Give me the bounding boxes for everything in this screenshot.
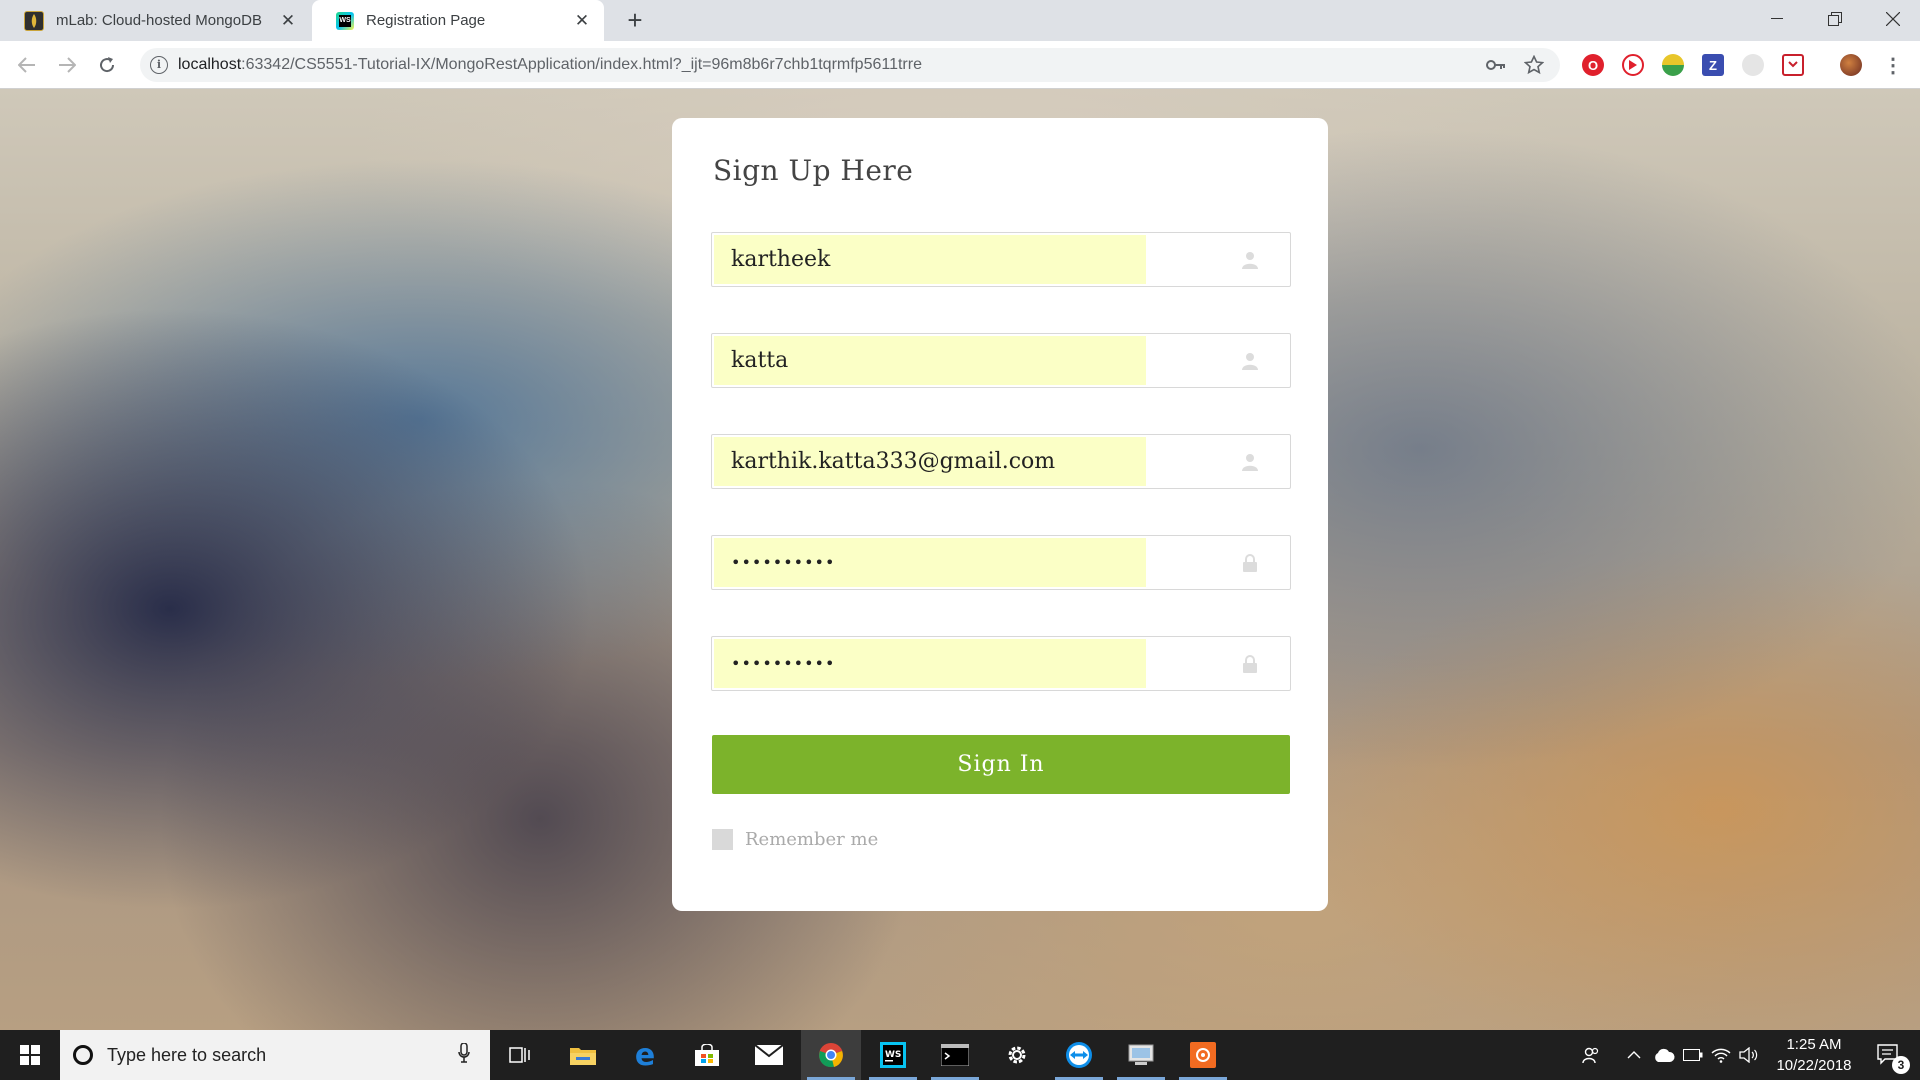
close-window-button[interactable] xyxy=(1864,0,1920,38)
store-icon[interactable] xyxy=(677,1030,737,1080)
taskbar-clock[interactable]: 1:25 AM 10/22/2018 xyxy=(1764,1034,1864,1076)
lock-icon xyxy=(1241,554,1259,572)
svg-text:WS: WS xyxy=(885,1050,901,1060)
task-view-icon[interactable] xyxy=(490,1030,550,1080)
wifi-icon[interactable] xyxy=(1708,1030,1734,1080)
windows-start-icon[interactable] xyxy=(0,1030,60,1080)
volume-icon[interactable] xyxy=(1736,1030,1762,1080)
tab-registration[interactable]: WS Registration Page ✕ xyxy=(312,0,604,41)
action-center-icon[interactable]: 3 xyxy=(1866,1030,1912,1080)
first-name-input[interactable] xyxy=(714,235,1146,284)
remember-me[interactable]: Remember me xyxy=(712,829,878,850)
back-arrow-icon[interactable] xyxy=(14,52,40,78)
password-input[interactable] xyxy=(714,538,1146,587)
cortana-icon xyxy=(73,1045,93,1065)
webstorm-icon[interactable]: WS xyxy=(863,1030,923,1080)
menu-kebab-icon[interactable]: ⋮ xyxy=(1882,54,1904,77)
opera-extension-icon[interactable]: O xyxy=(1582,54,1604,76)
bookmark-star-icon[interactable] xyxy=(1522,53,1546,77)
page-background: Sign Up Here kartheek katta karthik.katt… xyxy=(0,89,1920,1030)
password-field[interactable] xyxy=(711,535,1291,590)
file-explorer-icon[interactable] xyxy=(553,1030,613,1080)
onedrive-cloud-icon[interactable] xyxy=(1650,1030,1678,1080)
search-placeholder: Type here to search xyxy=(107,1044,267,1065)
close-tab-icon[interactable]: ✕ xyxy=(572,11,592,31)
user-icon xyxy=(1241,453,1259,471)
mlab-favicon-icon xyxy=(24,10,44,31)
lock-icon xyxy=(1241,655,1259,673)
color-extension-icon[interactable] xyxy=(1662,54,1684,76)
confirm-password-field[interactable] xyxy=(711,636,1291,691)
reload-icon[interactable] xyxy=(94,52,120,78)
teamviewer-icon[interactable] xyxy=(1049,1030,1109,1080)
email-input[interactable] xyxy=(714,437,1146,486)
forward-arrow-icon[interactable] xyxy=(54,52,80,78)
user-icon xyxy=(1241,251,1259,269)
video-extension-icon[interactable] xyxy=(1622,54,1644,76)
url-text[interactable]: localhost:63342/CS5551-Tutorial-IX/Mongo… xyxy=(178,56,1484,74)
taskbar-search[interactable]: Type here to search xyxy=(60,1030,490,1080)
browser-tab-bar: mLab: Cloud-hosted MongoDB ✕ WS Registra… xyxy=(0,0,1920,41)
user-icon xyxy=(1241,352,1259,370)
battery-icon[interactable] xyxy=(1680,1030,1706,1080)
orange-app-icon[interactable] xyxy=(1173,1030,1233,1080)
first-name-field[interactable] xyxy=(711,232,1291,287)
microphone-icon[interactable] xyxy=(454,1041,474,1068)
signup-card: Sign Up Here kartheek katta karthik.katt… xyxy=(672,118,1328,911)
settings-gear-icon[interactable] xyxy=(987,1030,1047,1080)
zotero-extension-icon[interactable]: Z xyxy=(1702,54,1724,76)
feather-extension-icon[interactable] xyxy=(1742,54,1764,76)
tab-title: mLab: Cloud-hosted MongoDB xyxy=(56,12,262,29)
tab-title: Registration Page xyxy=(366,12,486,29)
mail-icon[interactable] xyxy=(739,1030,799,1080)
tab-mlab[interactable]: mLab: Cloud-hosted MongoDB ✕ xyxy=(0,0,310,41)
email-field[interactable] xyxy=(711,434,1291,489)
edge-browser-icon[interactable]: e xyxy=(615,1030,675,1080)
webstorm-favicon-icon: WS xyxy=(336,11,354,30)
confirm-password-input[interactable] xyxy=(714,639,1146,688)
people-icon[interactable] xyxy=(1576,1030,1606,1080)
restore-button[interactable] xyxy=(1806,0,1864,38)
remember-me-label: Remember me xyxy=(745,829,879,850)
browser-toolbar: i localhost:63342/CS5551-Tutorial-IX/Mon… xyxy=(0,41,1920,89)
new-tab-button[interactable]: + xyxy=(622,7,648,34)
show-hidden-icons-chevron-icon[interactable] xyxy=(1620,1030,1648,1080)
windows-taskbar: Type here to search e WS 1:25 AM 10/22/2… xyxy=(0,1030,1920,1080)
network-drive-icon[interactable] xyxy=(1111,1030,1171,1080)
pocket-extension-icon[interactable] xyxy=(1782,54,1804,76)
clock-time: 1:25 AM xyxy=(1786,1036,1842,1053)
minimize-button[interactable] xyxy=(1748,0,1806,38)
last-name-field[interactable] xyxy=(711,333,1291,388)
key-icon[interactable] xyxy=(1484,53,1508,77)
address-bar[interactable]: i localhost:63342/CS5551-Tutorial-IX/Mon… xyxy=(140,48,1560,82)
remember-me-checkbox[interactable] xyxy=(712,829,733,850)
sign-in-button[interactable]: Sign In xyxy=(712,735,1290,794)
notification-badge: 3 xyxy=(1892,1056,1910,1074)
chrome-icon[interactable] xyxy=(801,1030,861,1080)
clock-date: 10/22/2018 xyxy=(1776,1057,1852,1074)
site-info-icon[interactable]: i xyxy=(150,56,168,74)
close-tab-icon[interactable]: ✕ xyxy=(278,11,298,31)
form-title: Sign Up Here xyxy=(713,154,914,187)
terminal-icon[interactable] xyxy=(925,1030,985,1080)
profile-avatar[interactable] xyxy=(1840,54,1862,76)
last-name-input[interactable] xyxy=(714,336,1146,385)
